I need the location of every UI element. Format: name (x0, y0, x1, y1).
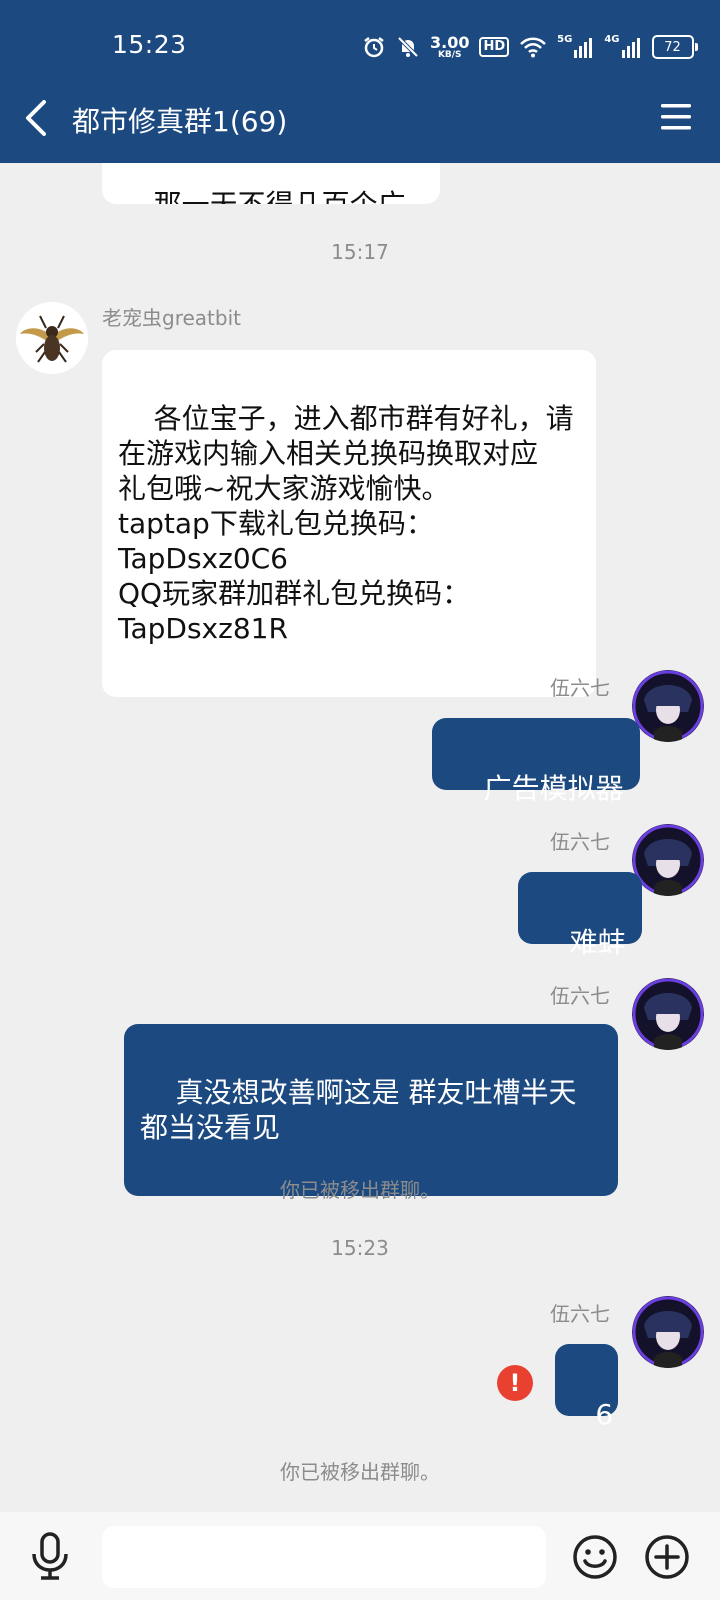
avatar-self[interactable] (632, 1296, 704, 1368)
hd-icon: HD (479, 37, 510, 57)
system-notice: 你已被移出群聊。 (280, 1460, 440, 1484)
message-text: 广告模拟器 (483, 772, 624, 805)
microphone-icon (32, 1532, 68, 1580)
mute-bell-icon (396, 35, 420, 59)
net-speed: 3.00 KB/S (430, 32, 470, 60)
plus-circle-icon (645, 1535, 689, 1579)
chevron-left-icon (26, 100, 46, 136)
signal-icon (574, 36, 594, 58)
message-bubble-incoming[interactable]: 各位宝子，进入都市群有好礼，请 在游戏内输入相关兑换码换取对应 礼包哦~祝大家游… (102, 350, 596, 697)
net-type-5g: 5G (557, 33, 573, 45)
sender-name: 伍六七 (550, 676, 610, 700)
message-text: 各位宝子，进入都市群有好礼，请 在游戏内输入相关兑换码换取对应 礼包哦~祝大家游… (118, 402, 574, 645)
message-bubble-outgoing[interactable]: 难蚌 (518, 872, 642, 959)
smiley-icon (573, 1535, 617, 1579)
message-bubble-outgoing[interactable]: 真没想改善啊这是 群友吐槽半天 都当没看见 (124, 1024, 618, 1196)
avatar-beetle[interactable] (16, 302, 88, 374)
battery-level: 72 (664, 39, 681, 55)
wifi-icon (519, 36, 547, 58)
hamburger-menu-icon (661, 104, 691, 130)
message-list[interactable]: 那一天不得几百个广告 15:17 老宠虫greatbit 各位宝子，进入都市群有… (0, 0, 720, 1512)
sender-name: 伍六七 (550, 1302, 610, 1326)
message-bubble-outgoing[interactable]: 6 (555, 1344, 618, 1431)
timestamp: 15:17 (331, 240, 389, 264)
battery-icon: 72 (651, 35, 698, 59)
alarm-icon (362, 35, 386, 59)
message-input[interactable] (102, 1526, 546, 1588)
message-bubble-outgoing[interactable]: 广告模拟器 (432, 718, 640, 805)
avatar-self[interactable] (632, 824, 704, 896)
timestamp: 15:23 (331, 1236, 389, 1260)
net-type-4g: 4G (604, 33, 620, 45)
header-bar: 15:23 3.00 KB/S HD 5G 4G 72 都市修真群1(69) (0, 0, 720, 163)
status-time: 15:23 (112, 30, 187, 59)
message-text: 难蚌 (569, 926, 626, 959)
send-failed-icon[interactable]: ! (497, 1365, 533, 1401)
emoji-button[interactable] (572, 1534, 618, 1580)
message-text: 那一天不得几百个广告 (118, 188, 406, 204)
avatar-self[interactable] (632, 670, 704, 742)
sender-name: 伍六七 (550, 830, 610, 854)
signal-icon (621, 36, 642, 58)
input-bar (0, 1512, 720, 1600)
avatar-self[interactable] (632, 978, 704, 1050)
more-button[interactable] (644, 1534, 690, 1580)
sender-name: 伍六七 (550, 984, 610, 1008)
message-text: 真没想改善啊这是 群友吐槽半天 都当没看见 (140, 1076, 577, 1144)
system-notice: 你已被移出群聊。 (280, 1178, 440, 1202)
status-icons: 3.00 KB/S HD 5G 4G 72 (362, 30, 698, 64)
message-text: 6 (595, 1398, 614, 1431)
back-button[interactable] (18, 98, 54, 138)
menu-button[interactable] (660, 102, 692, 132)
voice-button[interactable] (28, 1532, 72, 1580)
chat-title: 都市修真群1(69) (72, 105, 288, 138)
sender-name: 老宠虫greatbit (102, 306, 241, 330)
